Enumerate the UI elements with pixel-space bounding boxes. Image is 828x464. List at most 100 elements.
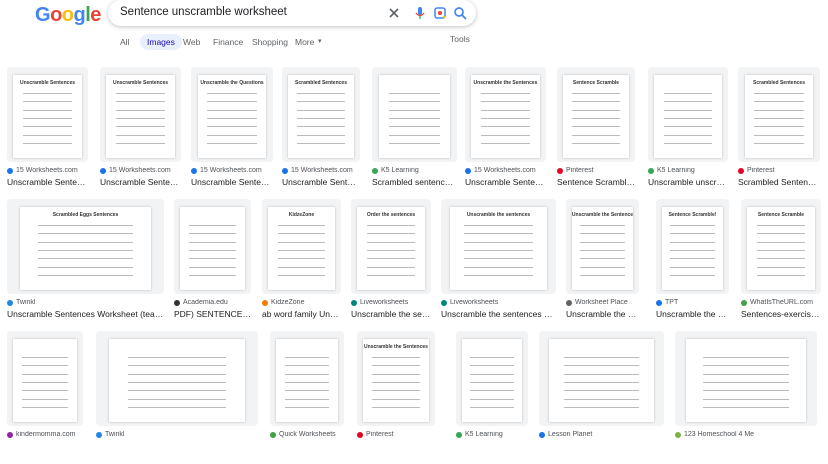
result-thumbnail[interactable] — [675, 331, 817, 426]
result-source[interactable]: KidzeZone — [262, 299, 341, 306]
result-source[interactable]: Lesson Planet — [539, 431, 664, 438]
result-title[interactable]: PDF) SENTENCE… — [174, 309, 251, 319]
result-source[interactable]: Pinterest — [557, 167, 635, 174]
image-result[interactable]: Twinkl — [96, 331, 258, 464]
image-result[interactable]: Academia.edu PDF) SENTENCE… — [174, 199, 251, 332]
result-thumbnail[interactable]: KidzeZone — [262, 199, 341, 294]
image-result[interactable]: Unscramble the Sentences 15 Worksheets.co… — [465, 67, 546, 200]
result-source[interactable]: Quick Worksheets — [270, 431, 344, 438]
google-logo[interactable]: Google — [35, 4, 101, 27]
result-source[interactable]: Worksheet Place — [566, 299, 639, 306]
image-result[interactable]: KidzeZone KidzeZone ab word family Uns… — [262, 199, 341, 332]
image-result[interactable]: Unscramble the Questions 15 Worksheets.co… — [191, 67, 273, 200]
result-thumbnail[interactable]: Scrambled Sentences — [282, 67, 360, 162]
result-thumbnail[interactable]: Unscramble the Sentences — [465, 67, 546, 162]
image-result[interactable]: Order the sentences Liveworksheets Unscram… — [351, 199, 431, 332]
result-source[interactable]: Academia.edu — [174, 299, 251, 306]
result-thumbnail[interactable]: Scrambled Eggs Sentences — [7, 199, 164, 294]
tab-web[interactable]: Web — [183, 34, 200, 50]
result-title[interactable]: Unscramble Senten… — [7, 177, 88, 187]
result-source[interactable]: Pinterest — [357, 431, 435, 438]
result-source[interactable]: K5 Learning — [372, 167, 457, 174]
result-thumbnail[interactable]: Unscramble the Sentences — [357, 331, 435, 426]
result-title[interactable]: ab word family Uns… — [262, 309, 341, 319]
result-thumbnail[interactable]: Unscramble the sentences — [441, 199, 556, 294]
result-thumbnail[interactable]: Unscramble Sentences — [7, 67, 88, 162]
search-box[interactable]: Sentence unscramble worksheet — [108, 0, 476, 26]
result-title[interactable]: Unscramble Senten… — [191, 177, 273, 187]
result-source[interactable]: 15 Worksheets.com — [465, 167, 546, 174]
image-result[interactable]: Unscramble the Sentences Pinterest — [357, 331, 435, 464]
image-result[interactable]: K5 Learning — [456, 331, 528, 464]
result-thumbnail[interactable]: Sentence Scramble — [741, 199, 821, 294]
result-thumbnail[interactable]: Unscramble Sentences — [100, 67, 181, 162]
image-result[interactable]: Unscramble the sentences Liveworksheets Un… — [441, 199, 556, 332]
result-title[interactable]: Unscramble unscramb… — [648, 177, 728, 187]
tab-finance[interactable]: Finance — [213, 34, 243, 50]
tab-more[interactable]: More — [295, 34, 314, 50]
image-result[interactable]: Sentence Scramble WhatIsTheURL.com Sentenc… — [741, 199, 821, 332]
tab-images[interactable]: Images — [140, 34, 182, 50]
result-source[interactable]: Liveworksheets — [441, 299, 556, 306]
image-result[interactable]: Scrambled Sentences 15 Worksheets.com Unsc… — [282, 67, 360, 200]
result-thumbnail[interactable] — [174, 199, 251, 294]
result-thumbnail[interactable]: Scrambled Sentences — [738, 67, 820, 162]
result-source[interactable]: 123 Homeschool 4 Me — [675, 431, 817, 438]
result-thumbnail[interactable] — [372, 67, 457, 162]
result-thumbnail[interactable] — [270, 331, 344, 426]
result-title[interactable]: Unscramble the Se… — [566, 309, 639, 319]
result-title[interactable]: Sentences-exercis… — [741, 309, 821, 319]
result-title[interactable]: Unscramble the sentences onli… — [441, 309, 556, 319]
result-thumbnail[interactable] — [648, 67, 728, 162]
result-title[interactable]: Unscramble Senten… — [100, 177, 181, 187]
mic-icon[interactable] — [412, 5, 428, 21]
image-result[interactable]: Sentence Scramble Pinterest Sentence Scram… — [557, 67, 635, 200]
image-result[interactable]: Scrambled Sentences Pinterest Scrambled Se… — [738, 67, 820, 200]
image-result[interactable]: K5 Learning Scrambled sentenc… — [372, 67, 457, 200]
result-thumbnail[interactable]: Sentence Scramble! — [656, 199, 729, 294]
image-result[interactable]: kindermomma.com — [7, 331, 83, 464]
result-title[interactable]: Unscramble the Se… — [656, 309, 729, 319]
result-title[interactable]: Scrambled sentenc… — [372, 177, 457, 187]
result-thumbnail[interactable] — [539, 331, 664, 426]
search-input[interactable]: Sentence unscramble worksheet — [120, 6, 287, 18]
result-title[interactable]: Sentence Scramble … — [557, 177, 635, 187]
result-source[interactable]: K5 Learning — [648, 167, 728, 174]
result-source[interactable]: K5 Learning — [456, 431, 528, 438]
result-source[interactable]: WhatIsTheURL.com — [741, 299, 821, 306]
result-source[interactable]: Twinkl — [96, 431, 258, 438]
camera-icon[interactable] — [432, 5, 448, 21]
result-source[interactable]: Liveworksheets — [351, 299, 431, 306]
result-source[interactable]: Twinkl — [7, 299, 164, 306]
image-result[interactable]: Unscramble Sentences 15 Worksheets.com Uns… — [100, 67, 181, 200]
image-result[interactable]: Lesson Planet — [539, 331, 664, 464]
result-source[interactable]: Pinterest — [738, 167, 820, 174]
result-thumbnail[interactable] — [96, 331, 258, 426]
image-result[interactable]: Scrambled Eggs Sentences Twinkl Unscramble… — [7, 199, 164, 332]
search-icon[interactable] — [452, 5, 468, 21]
result-thumbnail[interactable]: Sentence Scramble — [557, 67, 635, 162]
image-result[interactable]: 123 Homeschool 4 Me — [675, 331, 817, 464]
result-source[interactable]: 15 Worksheets.com — [282, 167, 360, 174]
result-title[interactable]: Unscramble Senten… — [465, 177, 546, 187]
result-thumbnail[interactable]: Order the sentences — [351, 199, 431, 294]
result-source[interactable]: 15 Worksheets.com — [191, 167, 273, 174]
image-result[interactable]: Sentence Scramble! TPT Unscramble the Se… — [656, 199, 729, 332]
result-source[interactable]: TPT — [656, 299, 729, 306]
tab-all[interactable]: All — [120, 34, 129, 50]
result-source[interactable]: 15 Worksheets.com — [7, 167, 88, 174]
image-result[interactable]: Unscramble Sentences 15 Worksheets.com Uns… — [7, 67, 88, 200]
image-result[interactable]: K5 Learning Unscramble unscramb… — [648, 67, 728, 200]
tools-button[interactable]: Tools — [450, 34, 470, 44]
result-thumbnail[interactable]: Unscramble the Sentence — [566, 199, 639, 294]
result-title[interactable]: Unscramble Sentences Worksheet (teach… — [7, 309, 164, 319]
result-source[interactable]: kindermomma.com — [7, 431, 83, 438]
close-icon[interactable] — [386, 5, 402, 21]
result-thumbnail[interactable]: Unscramble the Questions — [191, 67, 273, 162]
result-title[interactable]: Scrambled Senten… — [738, 177, 820, 187]
result-title[interactable]: Unscramble the se… — [351, 309, 431, 319]
tab-shopping[interactable]: Shopping — [252, 34, 288, 50]
result-thumbnail[interactable] — [7, 331, 83, 426]
result-thumbnail[interactable] — [456, 331, 528, 426]
result-title[interactable]: Unscramble Senten… — [282, 177, 360, 187]
